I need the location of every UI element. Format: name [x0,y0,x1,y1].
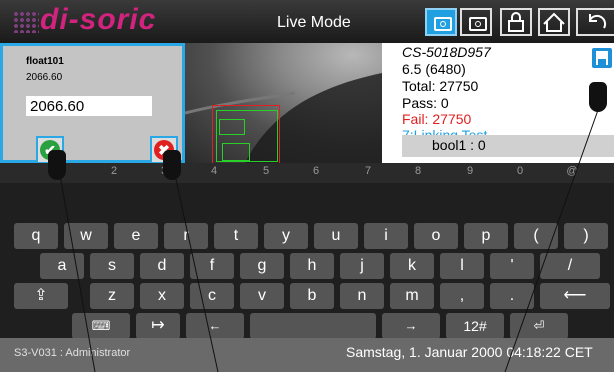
callout-lines [59,109,599,372]
pointer-hand-icon [589,82,607,112]
pointer-hand-icon [48,150,66,180]
pointer-hand-icon [163,150,181,180]
